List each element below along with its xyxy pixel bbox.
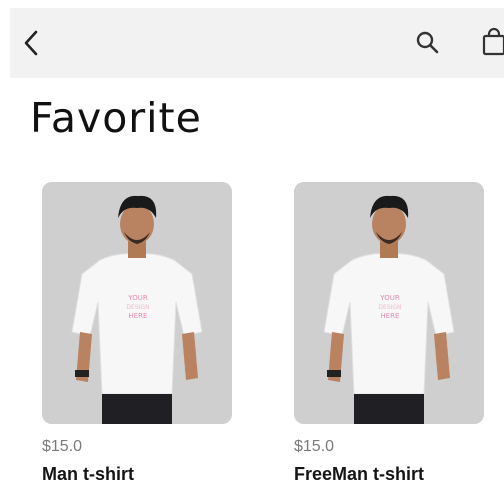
svg-text:YOUR: YOUR	[127, 294, 148, 302]
product-name: Man t-shirt	[42, 464, 134, 484]
svg-text:YOUR: YOUR	[379, 294, 400, 302]
back-button[interactable]	[18, 26, 48, 60]
product-card[interactable]: YOUR DESIGN HERE $15.0 FreeMan t-shirt	[294, 182, 484, 485]
search-icon	[416, 31, 439, 54]
page-title: Favorite	[30, 94, 202, 142]
product-price: $15.0	[294, 438, 335, 455]
product-image: YOUR DESIGN HERE	[294, 182, 484, 424]
svg-text:HERE: HERE	[129, 312, 148, 320]
product-card[interactable]: YOUR DESIGN HERE $15.0 Man t-shirt	[42, 182, 232, 485]
shopping-bag-icon	[482, 27, 504, 56]
chevron-left-icon	[24, 30, 38, 56]
product-name: FreeMan t-shirt	[294, 464, 425, 484]
top-app-bar	[10, 8, 504, 78]
svg-text:DESIGN: DESIGN	[378, 304, 401, 311]
svg-text:DESIGN: DESIGN	[126, 304, 149, 311]
product-image: YOUR DESIGN HERE	[42, 182, 232, 424]
search-button[interactable]	[414, 28, 442, 58]
shopping-bag-button[interactable]	[480, 26, 504, 58]
svg-text:HERE: HERE	[381, 312, 400, 320]
product-price: $15.0	[42, 438, 83, 455]
